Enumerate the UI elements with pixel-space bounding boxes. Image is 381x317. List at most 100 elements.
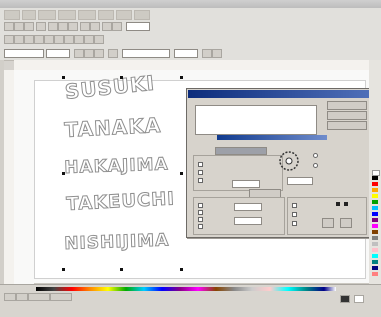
dialog-title-bar[interactable] [188, 90, 369, 98]
option-radio[interactable] [313, 163, 318, 168]
option-checkbox[interactable] [292, 212, 297, 217]
page-nav-button[interactable] [4, 293, 16, 301]
export-icon[interactable] [112, 22, 122, 31]
color-swatch[interactable] [372, 224, 378, 228]
tool-icon[interactable] [212, 49, 222, 58]
color-swatch[interactable] [372, 194, 378, 198]
angle-field[interactable] [287, 177, 313, 185]
option-field[interactable] [234, 203, 262, 211]
menu-view[interactable] [38, 10, 56, 20]
selection-handle[interactable] [120, 268, 123, 271]
text-tanaka[interactable]: TANAKA [63, 112, 162, 142]
menu-edit[interactable] [22, 10, 36, 20]
tool-icon[interactable] [24, 35, 34, 44]
text-field[interactable] [122, 49, 170, 58]
color-swatch[interactable] [372, 188, 378, 192]
color-swatch[interactable] [336, 202, 340, 206]
tool-icon[interactable] [34, 35, 44, 44]
open-icon[interactable] [14, 22, 24, 31]
undo-icon[interactable] [80, 22, 90, 31]
color-swatch[interactable] [372, 266, 378, 270]
color-swatch[interactable] [372, 200, 378, 204]
color-swatch[interactable] [372, 182, 378, 186]
menu-arrange[interactable] [78, 10, 96, 20]
font-list[interactable] [195, 105, 317, 135]
selection-handle[interactable] [180, 268, 183, 271]
font-name-select[interactable] [4, 49, 44, 58]
tool-icon[interactable] [44, 35, 54, 44]
option-checkbox[interactable] [198, 178, 203, 183]
selection-handle[interactable] [62, 172, 65, 175]
color-swatch[interactable] [372, 236, 378, 240]
color-swatch[interactable] [372, 206, 378, 210]
selection-handle[interactable] [62, 268, 65, 271]
paste-icon[interactable] [68, 22, 78, 31]
option-checkbox[interactable] [292, 221, 297, 226]
align-icon[interactable] [108, 49, 118, 58]
import-icon[interactable] [102, 22, 112, 31]
menu-effects[interactable] [98, 10, 114, 20]
page-nav-button[interactable] [16, 293, 28, 301]
selection-handle[interactable] [180, 172, 183, 175]
tool-icon[interactable] [64, 35, 74, 44]
option-checkbox[interactable] [198, 203, 203, 208]
text-field[interactable] [174, 49, 198, 58]
menu-text[interactable] [134, 10, 150, 20]
color-swatch[interactable] [372, 248, 378, 252]
color-swatch[interactable] [372, 260, 378, 264]
option-checkbox[interactable] [198, 210, 203, 215]
tool-icon[interactable] [84, 35, 94, 44]
color-swatch[interactable] [372, 218, 378, 222]
option-field[interactable] [234, 217, 262, 225]
save-icon[interactable] [24, 22, 34, 31]
color-swatch[interactable] [372, 176, 378, 180]
italic-icon[interactable] [84, 49, 94, 58]
color-swatch[interactable] [372, 272, 378, 276]
page-tab[interactable] [50, 293, 72, 301]
text-hakajima[interactable]: HAKAJIMA [63, 154, 169, 179]
selection-handle[interactable] [180, 76, 183, 79]
option-checkbox[interactable] [198, 217, 203, 222]
option-checkbox[interactable] [292, 203, 297, 208]
color-swatch[interactable] [344, 202, 348, 206]
print-icon[interactable] [36, 22, 46, 31]
menu-bitmaps[interactable] [116, 10, 132, 20]
tool-icon[interactable] [202, 49, 212, 58]
dialog-button[interactable] [322, 218, 334, 228]
dialog-button[interactable] [327, 121, 367, 130]
tool-icon[interactable] [94, 35, 104, 44]
new-icon[interactable] [4, 22, 14, 31]
color-swatch[interactable] [372, 242, 378, 246]
option-checkbox[interactable] [198, 162, 203, 167]
redo-icon[interactable] [90, 22, 100, 31]
dialog-button[interactable] [340, 218, 352, 228]
page-tab[interactable] [28, 293, 50, 301]
cut-icon[interactable] [48, 22, 58, 31]
color-swatch[interactable] [372, 254, 378, 258]
zoom-field[interactable] [126, 22, 150, 31]
menu-file[interactable] [4, 10, 20, 20]
bold-icon[interactable] [74, 49, 84, 58]
dialog-button[interactable] [327, 111, 367, 120]
tool-icon[interactable] [74, 35, 84, 44]
tool-icon[interactable] [54, 35, 64, 44]
option-field[interactable] [232, 180, 260, 188]
selection-handle[interactable] [120, 76, 123, 79]
underline-icon[interactable] [94, 49, 104, 58]
text-nishijima[interactable]: NISHIJIMA [63, 230, 170, 255]
menu-layout[interactable] [58, 10, 76, 20]
tool-icon[interactable] [4, 35, 14, 44]
selection-handle[interactable] [62, 76, 65, 79]
tool-icon[interactable] [14, 35, 24, 44]
option-checkbox[interactable] [198, 224, 203, 229]
color-swatch[interactable] [372, 230, 378, 234]
rotation-dial-icon[interactable] [277, 149, 301, 173]
preview-field[interactable] [215, 147, 267, 155]
selected-item-bar[interactable] [217, 135, 327, 140]
dialog-button[interactable] [327, 101, 367, 110]
option-radio[interactable] [313, 153, 318, 158]
copy-icon[interactable] [58, 22, 68, 31]
option-checkbox[interactable] [198, 170, 203, 175]
color-swatch[interactable] [372, 212, 378, 216]
font-size-select[interactable] [46, 49, 70, 58]
